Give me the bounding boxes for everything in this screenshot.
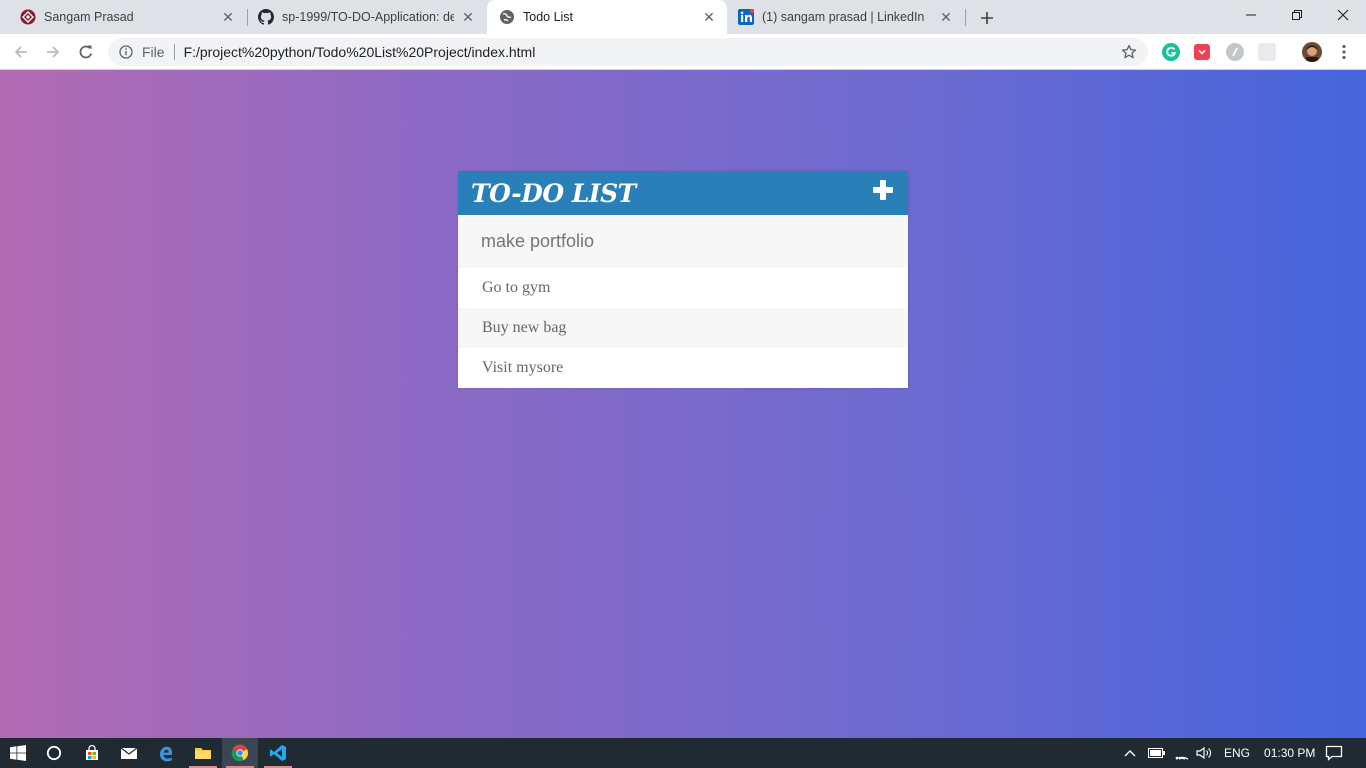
cortana-button[interactable] xyxy=(36,738,72,768)
vscode-button[interactable] xyxy=(260,738,296,768)
chrome-icon xyxy=(231,744,249,762)
chrome-taskbar-button[interactable] xyxy=(222,738,258,768)
tab-separator xyxy=(965,9,966,26)
close-tab-icon[interactable]: ✕ xyxy=(701,9,717,25)
folder-icon xyxy=(195,748,211,759)
windows-taskbar: ENG 01:30 PM xyxy=(0,738,1366,768)
battery-icon[interactable] xyxy=(1148,748,1166,758)
action-center-button[interactable] xyxy=(1316,738,1352,768)
todo-header: TO-DO LIST xyxy=(458,171,908,215)
tab-title: Sangam Prasad xyxy=(44,10,134,24)
forward-arrow-icon xyxy=(47,46,60,58)
todo-title: TO-DO LIST xyxy=(471,178,636,208)
profile-avatar[interactable] xyxy=(1302,42,1322,62)
cortana-circle-icon xyxy=(46,745,62,761)
more-vert-icon xyxy=(1342,44,1346,60)
info-icon[interactable] xyxy=(118,44,134,60)
todo-item[interactable]: Go to gym xyxy=(458,268,908,308)
extension-puzzle-icon[interactable] xyxy=(1258,43,1276,61)
restore-button[interactable] xyxy=(1274,0,1320,30)
address-bar[interactable]: File F:/project%20python/Todo%20List%20P… xyxy=(108,38,1148,66)
minimize-button[interactable] xyxy=(1228,0,1274,30)
edge-button[interactable] xyxy=(148,738,184,768)
mail-icon xyxy=(120,747,138,759)
pocket-icon[interactable] xyxy=(1194,44,1210,60)
system-tray: ENG 01:30 PM xyxy=(1124,738,1315,768)
browser-toolbar: File F:/project%20python/Todo%20List%20P… xyxy=(0,34,1366,70)
close-tab-icon[interactable]: ✕ xyxy=(220,9,236,25)
new-todo-input[interactable] xyxy=(458,215,908,268)
page-viewport: TO-DO LIST Go to gym Buy new bag Visit m… xyxy=(0,70,1366,738)
wifi-icon[interactable] xyxy=(1174,746,1190,760)
tab-strip: Sangam Prasad ✕ sp-1999/TO-DO-Applicatio… xyxy=(0,0,1366,34)
notification-icon xyxy=(1325,745,1343,761)
restore-icon xyxy=(1292,10,1302,20)
url-text[interactable]: F:/project%20python/Todo%20List%20Projec… xyxy=(184,44,536,60)
todo-item[interactable]: Visit mysore xyxy=(458,348,908,388)
tab-todo-list[interactable]: Todo List ✕ xyxy=(487,0,727,34)
todo-item[interactable]: Buy new bag xyxy=(458,308,908,348)
tab-title: (1) sangam prasad | LinkedIn xyxy=(762,10,925,24)
close-window-button[interactable] xyxy=(1320,0,1366,30)
grammarly-icon[interactable] xyxy=(1162,43,1180,61)
extension-grey-icon[interactable] xyxy=(1226,43,1244,61)
language-indicator[interactable]: ENG xyxy=(1224,746,1250,760)
new-tab-button[interactable] xyxy=(976,7,998,29)
store-bag-icon xyxy=(86,745,98,760)
volume-icon[interactable] xyxy=(1196,746,1212,760)
mail-button[interactable] xyxy=(111,738,147,768)
store-button[interactable] xyxy=(74,738,110,768)
back-arrow-icon xyxy=(14,46,27,58)
menu-button[interactable] xyxy=(1332,40,1356,64)
tab-sangam-prasad[interactable]: Sangam Prasad ✕ xyxy=(0,0,246,34)
plus-icon xyxy=(981,12,993,24)
tab-github-todo[interactable]: sp-1999/TO-DO-Application: des ✕ xyxy=(248,0,486,34)
reload-button[interactable] xyxy=(74,40,98,64)
tab-linkedin[interactable]: (1) sangam prasad | LinkedIn ✕ xyxy=(728,0,964,34)
minimize-icon xyxy=(1246,14,1256,16)
chevron-up-icon[interactable] xyxy=(1124,749,1136,757)
close-tab-icon[interactable]: ✕ xyxy=(938,9,954,25)
back-button[interactable] xyxy=(9,40,33,64)
file-scheme-chip: File xyxy=(142,44,165,60)
edge-icon xyxy=(160,746,172,762)
plus-icon[interactable] xyxy=(872,180,894,202)
globe-icon xyxy=(499,9,515,25)
sangam-favicon-icon xyxy=(20,9,36,25)
tab-title: sp-1999/TO-DO-Application: des xyxy=(282,10,454,24)
reload-icon xyxy=(79,45,93,59)
forward-button[interactable] xyxy=(41,40,65,64)
omnibox-divider xyxy=(173,44,175,60)
bookmark-star-icon[interactable] xyxy=(1120,43,1138,61)
file-explorer-button[interactable] xyxy=(185,738,221,768)
todo-container: TO-DO LIST Go to gym Buy new bag Visit m… xyxy=(458,171,908,388)
close-tab-icon[interactable]: ✕ xyxy=(460,9,476,25)
tab-title: Todo List xyxy=(523,10,574,24)
windows-logo-icon xyxy=(10,745,26,761)
linkedin-icon xyxy=(738,9,754,25)
vscode-icon xyxy=(270,745,286,761)
start-button[interactable] xyxy=(0,738,36,768)
clock[interactable]: 01:30 PM xyxy=(1264,746,1315,760)
github-icon xyxy=(258,9,274,25)
close-icon xyxy=(1337,9,1349,21)
